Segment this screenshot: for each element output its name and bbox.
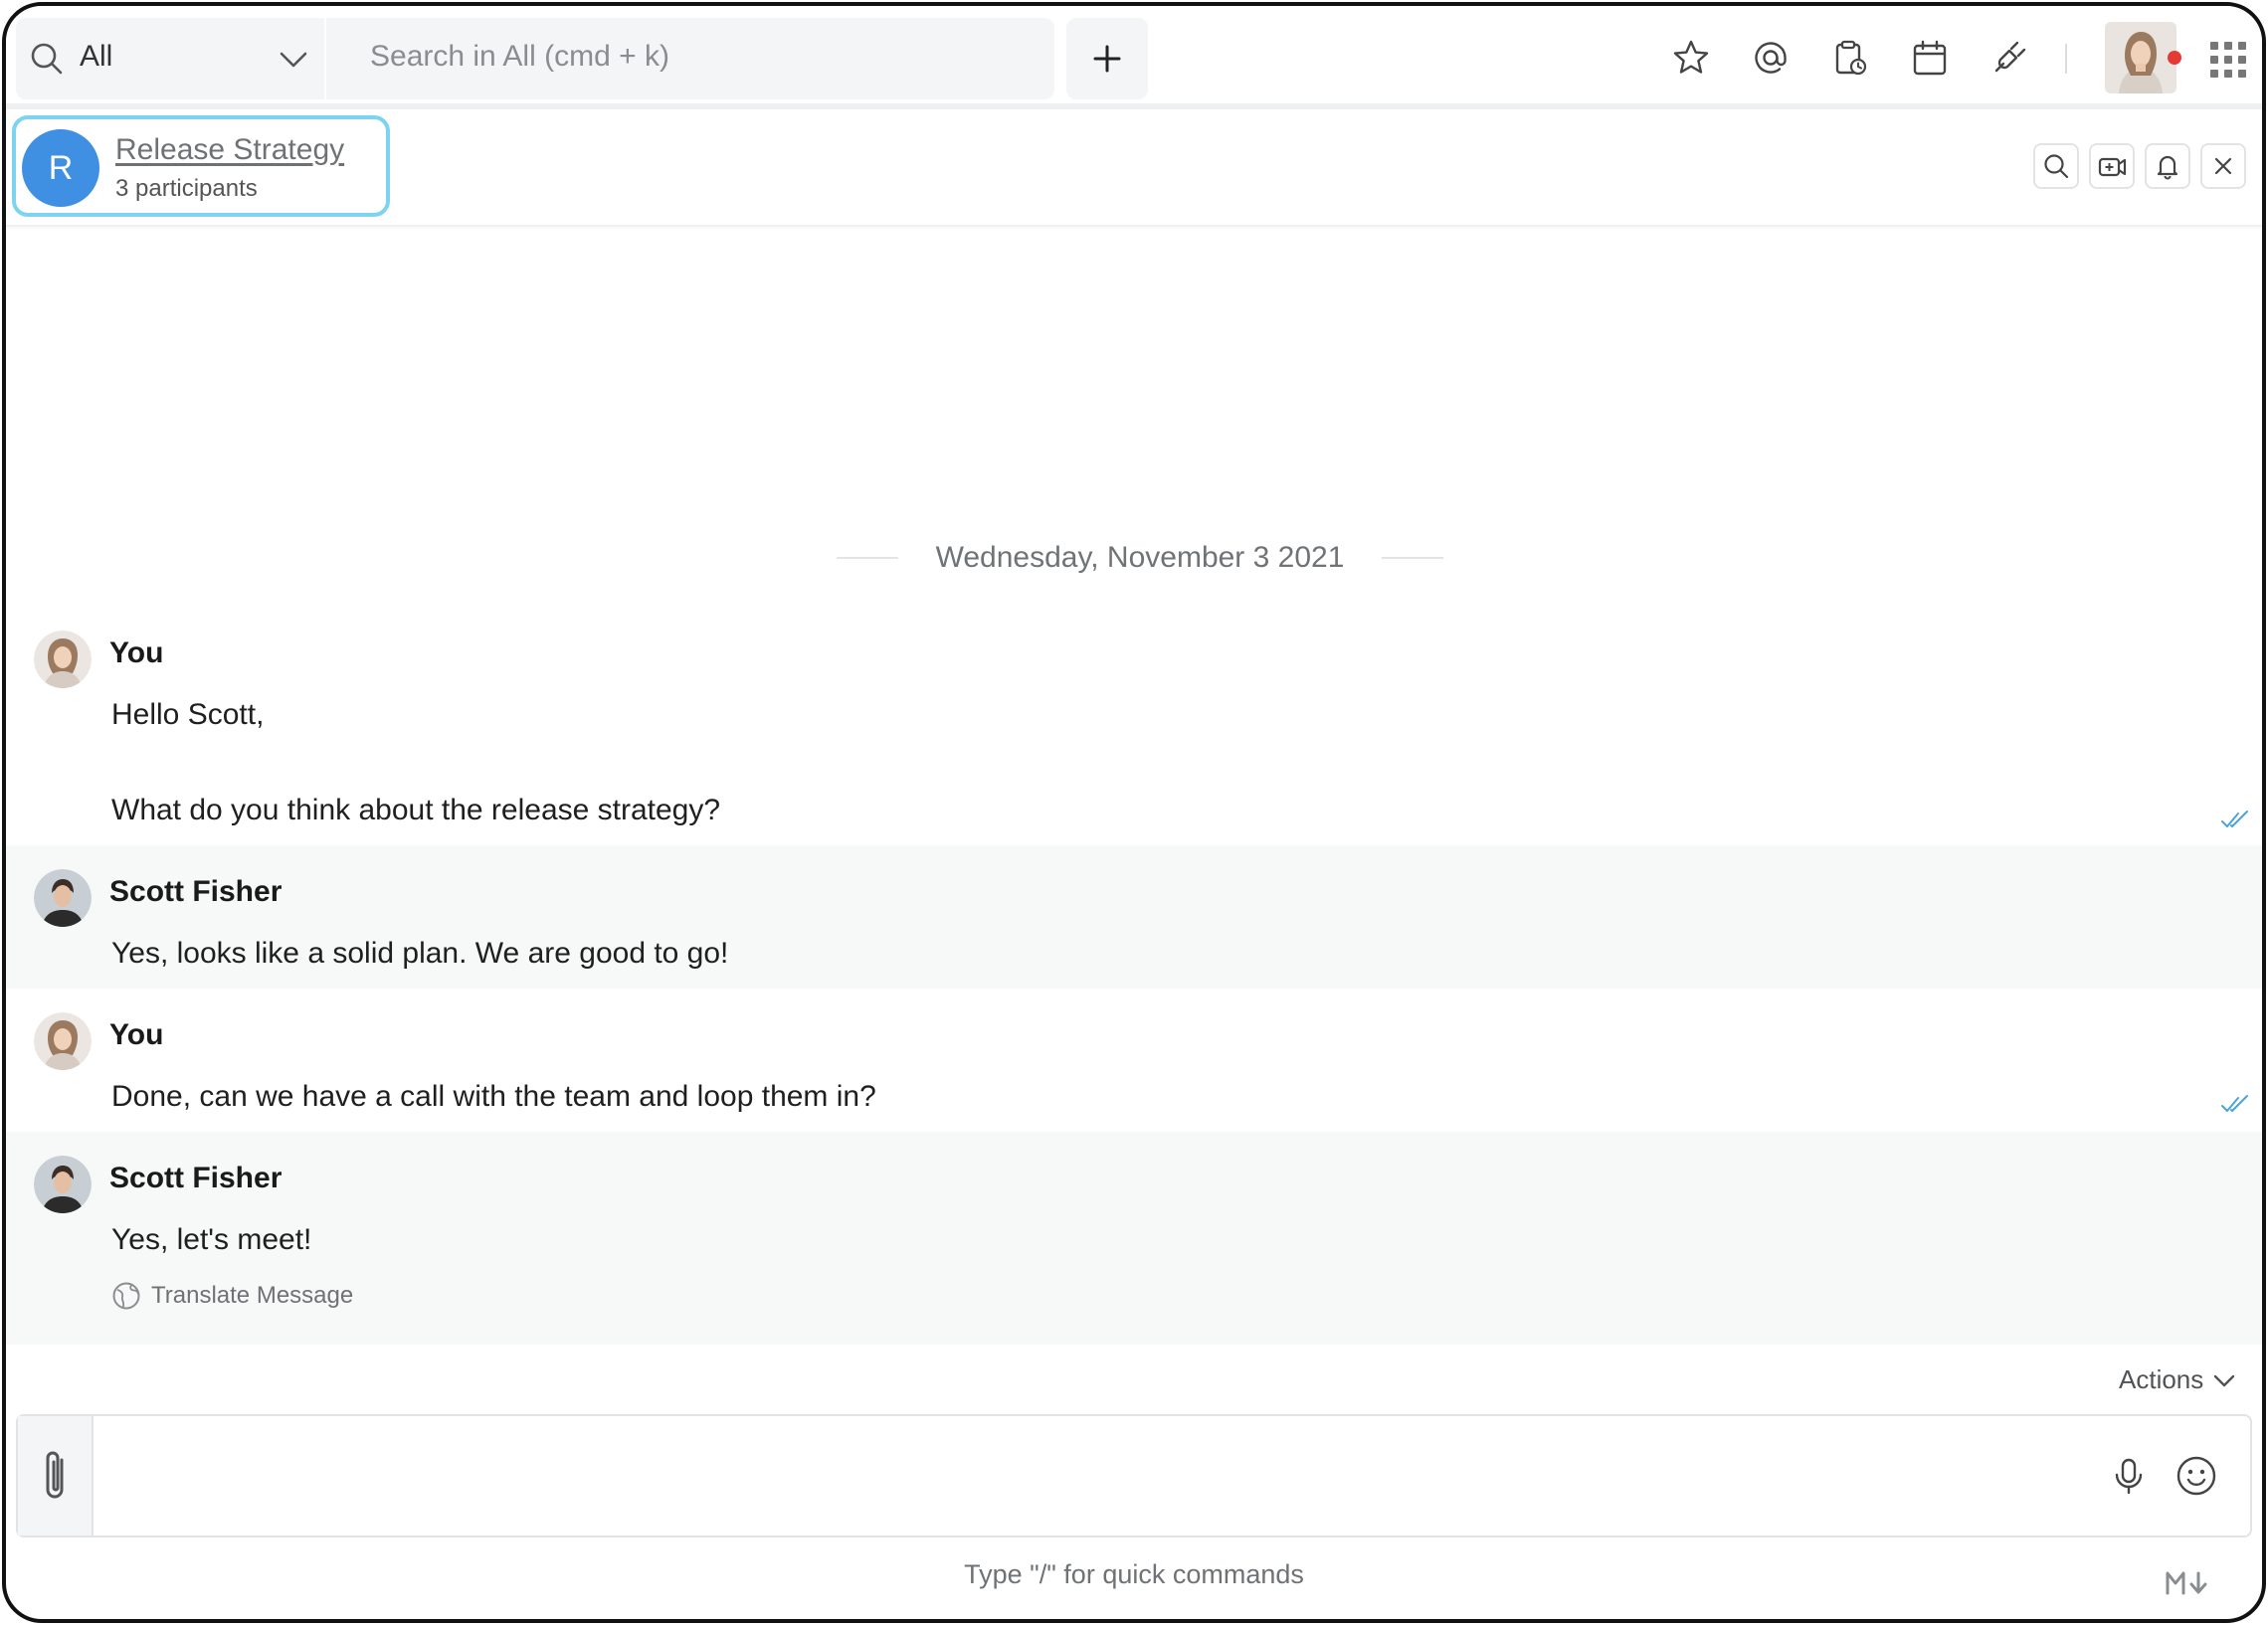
toolbar-divider	[2065, 44, 2067, 74]
quick-commands-hint: Type "/" for quick commands	[964, 1559, 1304, 1589]
channel-info[interactable]: R Release Strategy 3 participants	[12, 115, 390, 217]
search-scope-label: All	[80, 40, 113, 73]
notifications-button[interactable]	[2145, 143, 2190, 189]
clipboard-clock-icon[interactable]	[1830, 38, 1870, 78]
actions-label: Actions	[2119, 1364, 2204, 1394]
translate-message-link[interactable]: Translate Message	[111, 1281, 353, 1311]
message-author[interactable]: Scott Fisher	[109, 875, 282, 909]
status-dot-icon	[2168, 51, 2181, 65]
channel-avatar: R	[22, 129, 99, 207]
message-item: Scott Fisher Yes, let's meet! Translate …	[6, 1132, 2262, 1345]
message-composer[interactable]	[16, 1414, 2252, 1537]
read-receipt-icon	[2221, 811, 2248, 827]
actions-dropdown[interactable]: Actions	[2119, 1364, 2237, 1395]
bell-icon	[2157, 155, 2178, 180]
translate-message-label: Translate Message	[151, 1282, 354, 1309]
channel-name[interactable]: Release Strategy	[115, 133, 344, 167]
avatar[interactable]	[34, 869, 92, 927]
message-item: You Hello Scott, What do you think about…	[6, 621, 2262, 845]
top-bar: All Search in All (cmd + k)	[6, 6, 2262, 109]
avatar[interactable]	[34, 631, 92, 688]
separator-line	[836, 557, 898, 559]
close-icon	[2214, 157, 2232, 175]
attach-button[interactable]	[18, 1416, 94, 1535]
message-text: Done, can we have a call with the team a…	[111, 1080, 876, 1113]
video-call-icon	[2098, 157, 2127, 177]
chevron-down-icon	[2214, 1374, 2235, 1386]
message-item: Scott Fisher Yes, looks like a solid pla…	[6, 845, 2262, 989]
search-icon	[2044, 154, 2069, 179]
separator-line	[1382, 557, 1444, 559]
search-channel-button[interactable]	[2033, 143, 2079, 189]
message-text: Yes, let's meet!	[111, 1223, 312, 1256]
message-item: You Done, can we have a call with the te…	[6, 989, 2262, 1132]
plug-icon[interactable]	[1989, 38, 2029, 78]
date-label: Wednesday, November 3 2021	[935, 541, 1345, 574]
microphone-icon[interactable]	[2109, 1456, 2149, 1496]
message-text: Hello Scott,	[111, 698, 265, 731]
mention-icon[interactable]	[1751, 38, 1791, 78]
avatar[interactable]	[34, 1156, 92, 1213]
plus-icon	[1093, 45, 1121, 73]
close-button[interactable]	[2200, 143, 2246, 189]
star-icon[interactable]	[1671, 38, 1711, 78]
search-icon	[31, 43, 63, 75]
app-window: All Search in All (cmd + k) R Release St…	[2, 2, 2266, 1623]
search-scope-dropdown[interactable]: All	[16, 18, 324, 99]
paperclip-icon	[46, 1451, 64, 1499]
globe-icon	[112, 1282, 140, 1310]
message-author[interactable]: You	[109, 1018, 163, 1052]
chevron-down-icon	[280, 52, 307, 68]
channel-header: R Release Strategy 3 participants	[6, 109, 2262, 227]
start-call-button[interactable]	[2089, 143, 2135, 189]
markdown-icon[interactable]	[2165, 1569, 2212, 1597]
message-author[interactable]: You	[109, 636, 163, 670]
message-text: Yes, looks like a solid plan. We are goo…	[111, 937, 729, 970]
create-new-button[interactable]	[1066, 18, 1148, 99]
apps-grid-icon[interactable]	[2208, 40, 2248, 80]
message-author[interactable]: Scott Fisher	[109, 1162, 282, 1195]
avatar[interactable]	[34, 1012, 92, 1070]
message-text: What do you think about the release stra…	[111, 794, 721, 826]
calendar-icon[interactable]	[1910, 38, 1950, 78]
date-separator: Wednesday, November 3 2021	[832, 533, 1448, 583]
read-receipt-icon	[2221, 1095, 2248, 1112]
participant-count: 3 participants	[115, 175, 258, 202]
search-placeholder: Search in All (cmd + k)	[370, 40, 669, 73]
emoji-icon[interactable]	[2174, 1454, 2218, 1498]
search-input[interactable]: Search in All (cmd + k)	[326, 18, 1054, 99]
